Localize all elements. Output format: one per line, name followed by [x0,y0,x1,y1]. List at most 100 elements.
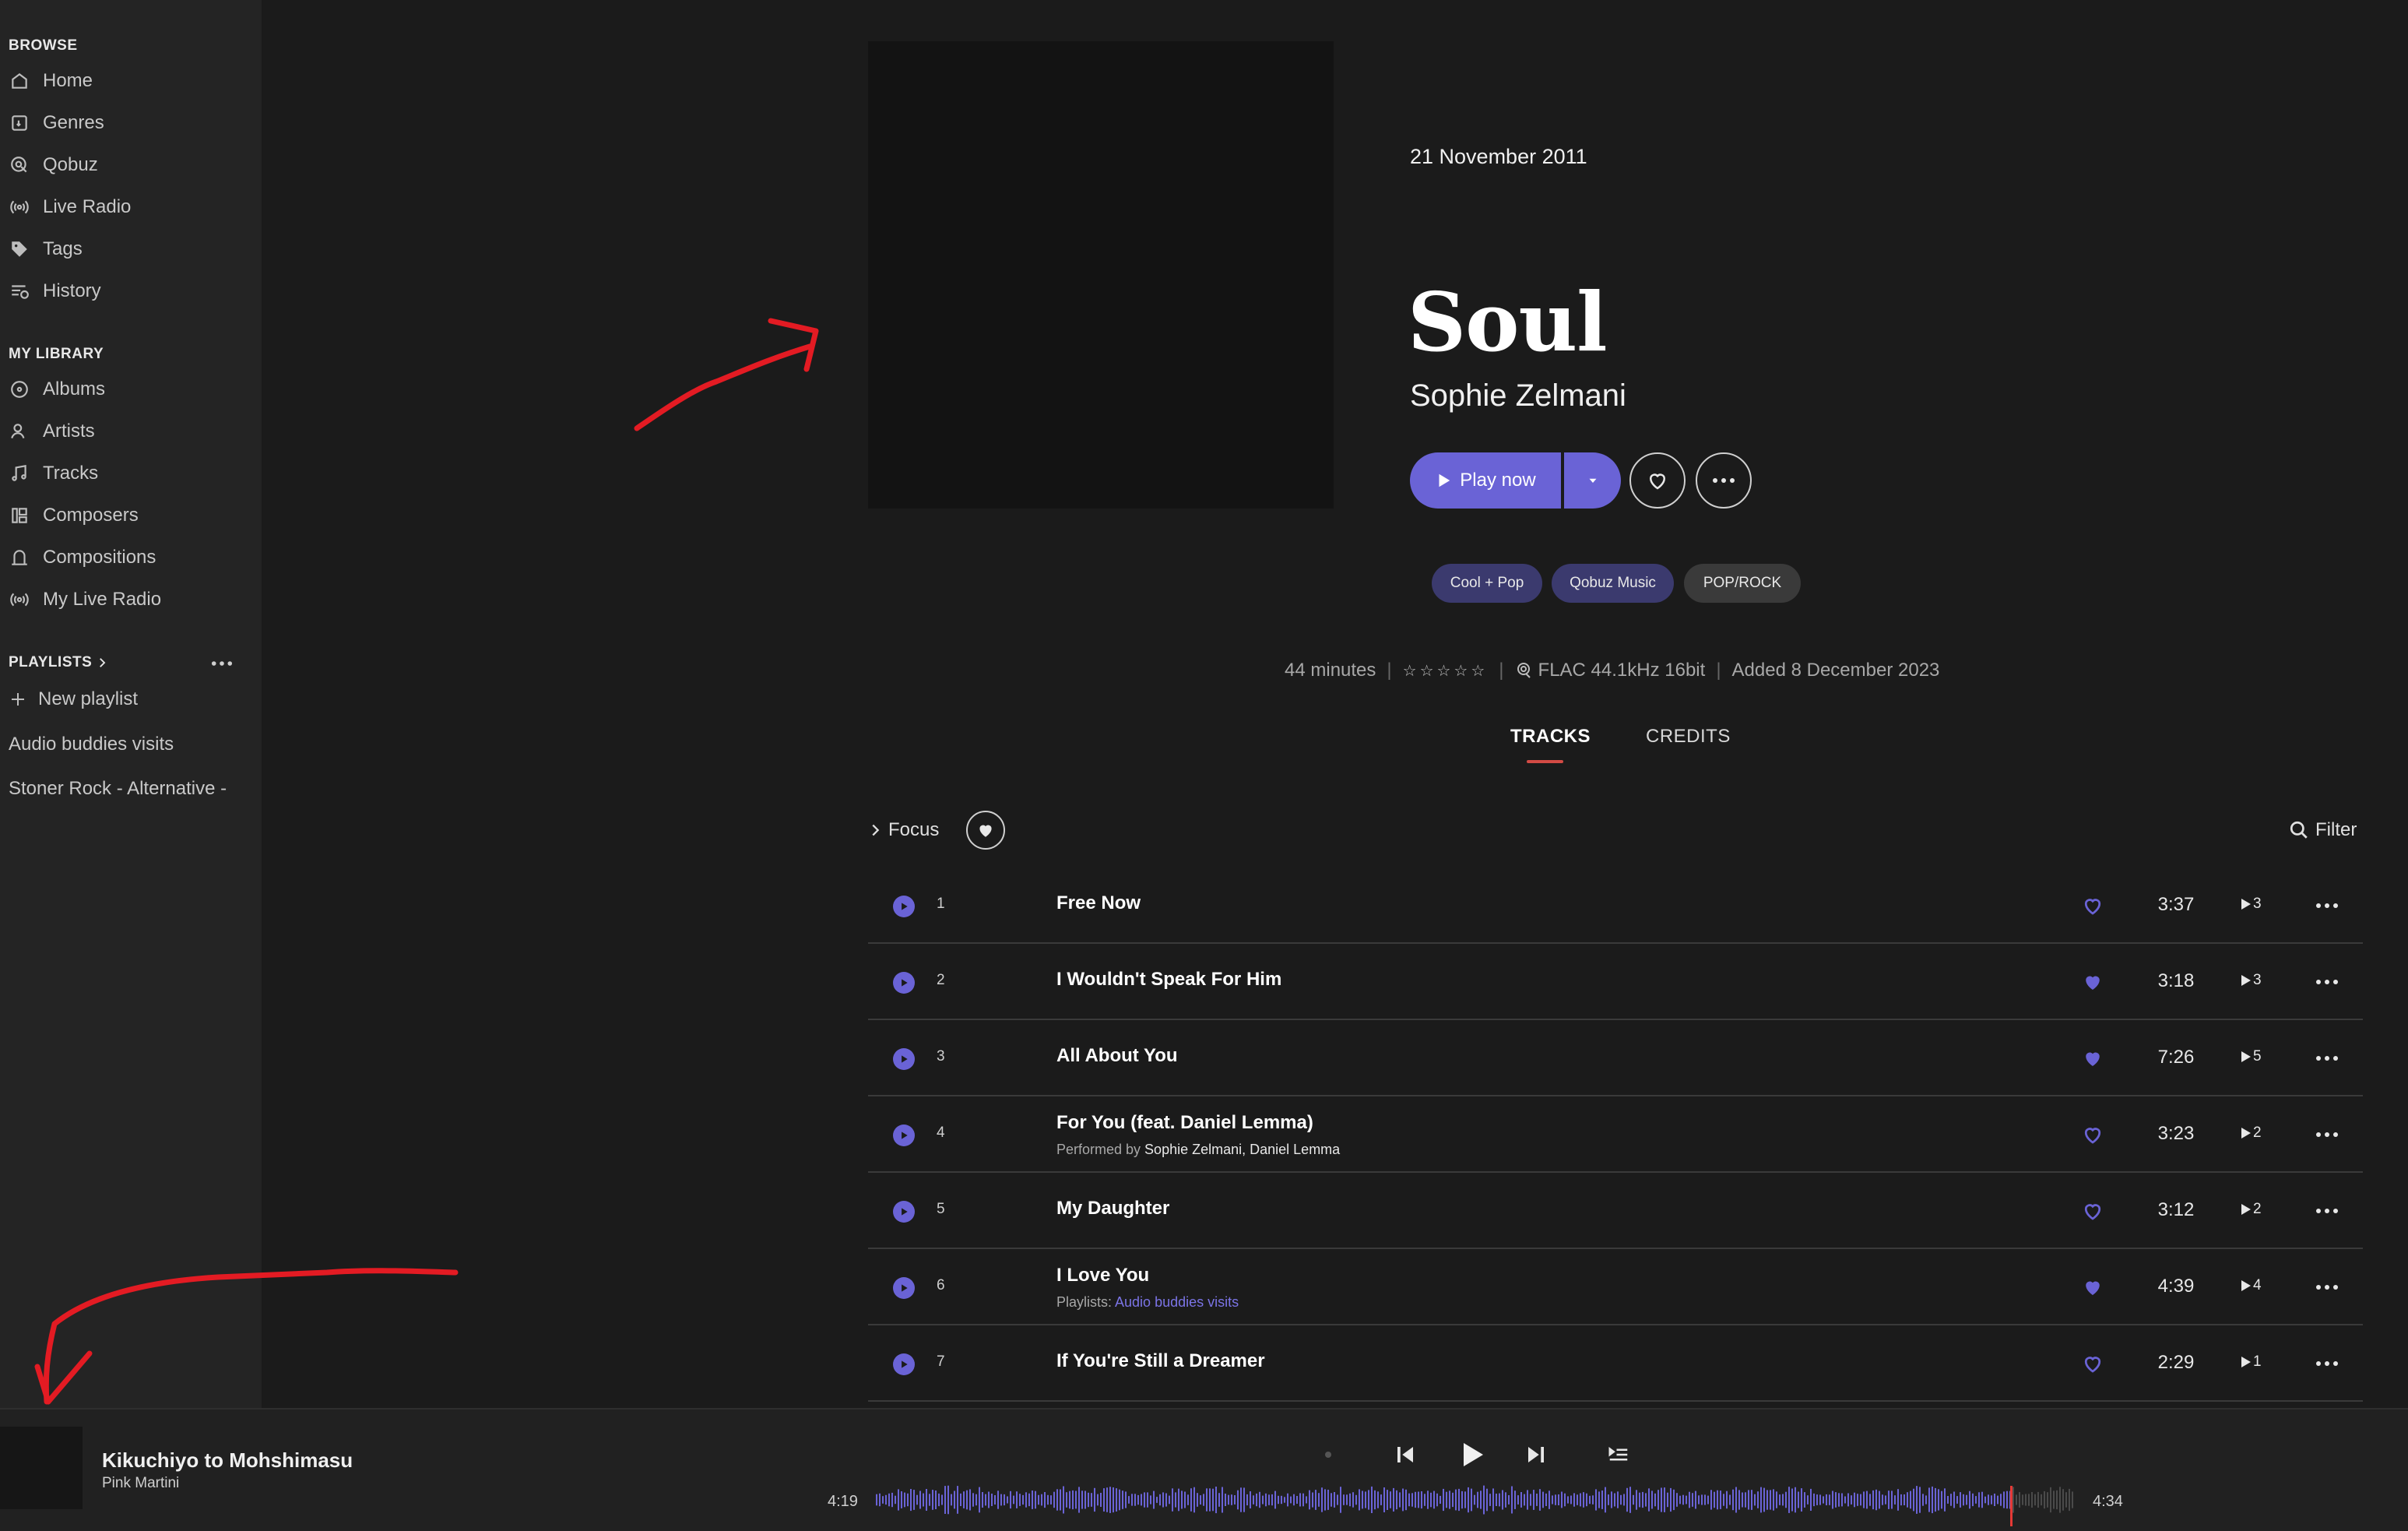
next-track-button[interactable] [1522,1441,1550,1469]
track-row[interactable]: 7 If You're Still a Dreamer 2:29 1 [868,1325,2363,1402]
browse-header: BROWSE [9,37,78,54]
now-playing-artwork[interactable] [0,1427,83,1509]
tab-credits[interactable]: CREDITS [1646,726,1731,748]
track-row[interactable]: 2 I Wouldn't Speak For Him 3:18 3 [868,944,2363,1020]
new-playlist-button[interactable]: New playlist [9,684,138,715]
heart-outline-icon[interactable] [2081,894,2104,917]
tag-chip[interactable]: Cool + Pop [1432,564,1542,603]
playlist-link[interactable]: Audio buddies visits [1115,1294,1239,1310]
heart-icon [979,825,992,837]
sidebar-item-qobuz[interactable]: Qobuz [9,150,98,181]
sidebar-item-tags[interactable]: Tags [9,234,83,265]
heart-outline-icon[interactable] [2081,1123,2104,1146]
radio-mode-button[interactable] [1317,1444,1339,1466]
track-title[interactable]: For You (feat. Daniel Lemma) [1056,1112,1313,1134]
waveform-bar [1436,1493,1438,1507]
track-more-button[interactable] [2311,1199,2343,1223]
filter-button[interactable]: Filter [2289,816,2357,844]
playlists-header[interactable]: PLAYLISTS [9,654,109,671]
playlists-header-label: PLAYLISTS [9,654,93,670]
waveform-bar [1368,1490,1369,1510]
playlists-more-button[interactable] [209,654,235,673]
track-more-button[interactable] [2311,970,2343,994]
track-title[interactable]: I Love You [1056,1265,1149,1286]
sidebar-item-artists[interactable]: Artists [9,416,95,447]
rating-stars[interactable]: ☆☆☆☆☆ [1403,661,1489,681]
track-row[interactable]: 4 For You (feat. Daniel Lemma) Performed… [868,1096,2363,1173]
waveform-bar [1611,1491,1612,1508]
track-play-button[interactable] [893,1201,915,1223]
track-play-button[interactable] [893,1277,915,1299]
now-playing-artist[interactable]: Pink Martini [102,1475,179,1492]
waveform-bar [1184,1491,1186,1508]
sidebar-item-genres[interactable]: Genres [9,107,104,139]
playlist-item[interactable]: Audio buddies visits [9,734,242,755]
track-more-button[interactable] [2311,1123,2343,1146]
track-duration: 3:23 [2157,1123,2195,1144]
track-play-button[interactable] [893,896,915,917]
track-title[interactable]: My Daughter [1056,1198,1169,1220]
tag-chip[interactable]: POP/ROCK [1684,564,1801,603]
track-play-button[interactable] [893,1353,915,1375]
track-title[interactable]: I Wouldn't Speak For Him [1056,969,1281,991]
sidebar-item-label: Live Radio [43,196,132,217]
heart-outline-icon[interactable] [2081,1352,2104,1375]
heart-filled-icon[interactable] [2081,1047,2104,1070]
heart-filled-icon[interactable] [2081,970,2104,994]
track-row[interactable]: 3 All About You 7:26 5 [868,1020,2363,1096]
performer-link[interactable]: Daniel Lemma [1250,1142,1340,1157]
track-more-button[interactable] [2311,1276,2343,1299]
track-more-button[interactable] [2311,894,2343,917]
sidebar-item-my-live-radio[interactable]: My Live Radio [9,584,161,615]
play-now-button[interactable]: Play now [1410,452,1561,509]
tab-tracks[interactable]: TRACKS [1510,726,1591,748]
now-playing-title[interactable]: Kikuchiyo to Mohshimasu [102,1448,353,1473]
waveform-bar [932,1490,933,1510]
tag-chip[interactable]: Qobuz Music [1552,564,1674,603]
track-title[interactable]: If You're Still a Dreamer [1056,1350,1265,1372]
sidebar-item-albums[interactable]: Albums [9,374,105,405]
waveform-bar [1966,1494,1967,1505]
track-title[interactable]: All About You [1056,1045,1178,1067]
waveform-seekbar[interactable] [876,1480,2075,1520]
sidebar-item-home[interactable]: Home [9,65,93,97]
track-play-button[interactable] [893,1048,915,1070]
track-play-button[interactable] [893,1124,915,1146]
focus-favorites-button[interactable] [966,811,1005,850]
queue-button[interactable] [1605,1442,1633,1467]
radio-icon [9,589,30,611]
waveform-bar [1200,1495,1201,1505]
waveform-bar [1237,1490,1239,1510]
playhead[interactable] [2009,1486,2013,1526]
waveform-bar [1916,1486,1918,1514]
track-title[interactable]: Free Now [1056,892,1141,914]
waveform-bar [2047,1492,2048,1508]
heart-outline-icon[interactable] [2081,1199,2104,1223]
performer-link[interactable]: Sophie Zelmani [1144,1142,1242,1157]
waveform-bar [1234,1495,1236,1505]
previous-track-button[interactable] [1391,1441,1419,1469]
track-row[interactable]: 6 I Love You Playlists: Audio buddies vi… [868,1249,2363,1325]
play-options-dropdown[interactable] [1564,452,1621,509]
focus-toggle[interactable]: Focus [867,816,939,844]
track-row[interactable]: 1 Free Now 3:37 3 [868,868,2363,944]
favorite-album-button[interactable] [1629,452,1686,509]
play-pause-button[interactable] [1453,1436,1490,1473]
sidebar-item-composers[interactable]: Composers [9,500,139,531]
track-more-button[interactable] [2311,1352,2343,1375]
sidebar-item-compositions[interactable]: Compositions [9,542,156,573]
playlist-item[interactable]: Stoner Rock - Alternative - [9,778,242,800]
album-more-button[interactable] [1696,452,1752,509]
track-play-button[interactable] [893,972,915,994]
album-cover[interactable] [868,41,1334,509]
track-row[interactable]: 5 My Daughter 3:12 2 [868,1173,2363,1249]
heart-filled-icon[interactable] [2081,1276,2104,1299]
sidebar-item-live-radio[interactable]: Live Radio [9,192,131,223]
sidebar-item-tracks[interactable]: Tracks [9,458,98,489]
waveform-bar [1614,1493,1615,1507]
waveform-bar [1225,1494,1226,1506]
sidebar-item-history[interactable]: History [9,276,101,307]
waveform-bar [1757,1491,1759,1508]
album-artist[interactable]: Sophie Zelmani [1410,378,1626,414]
track-more-button[interactable] [2311,1047,2343,1070]
